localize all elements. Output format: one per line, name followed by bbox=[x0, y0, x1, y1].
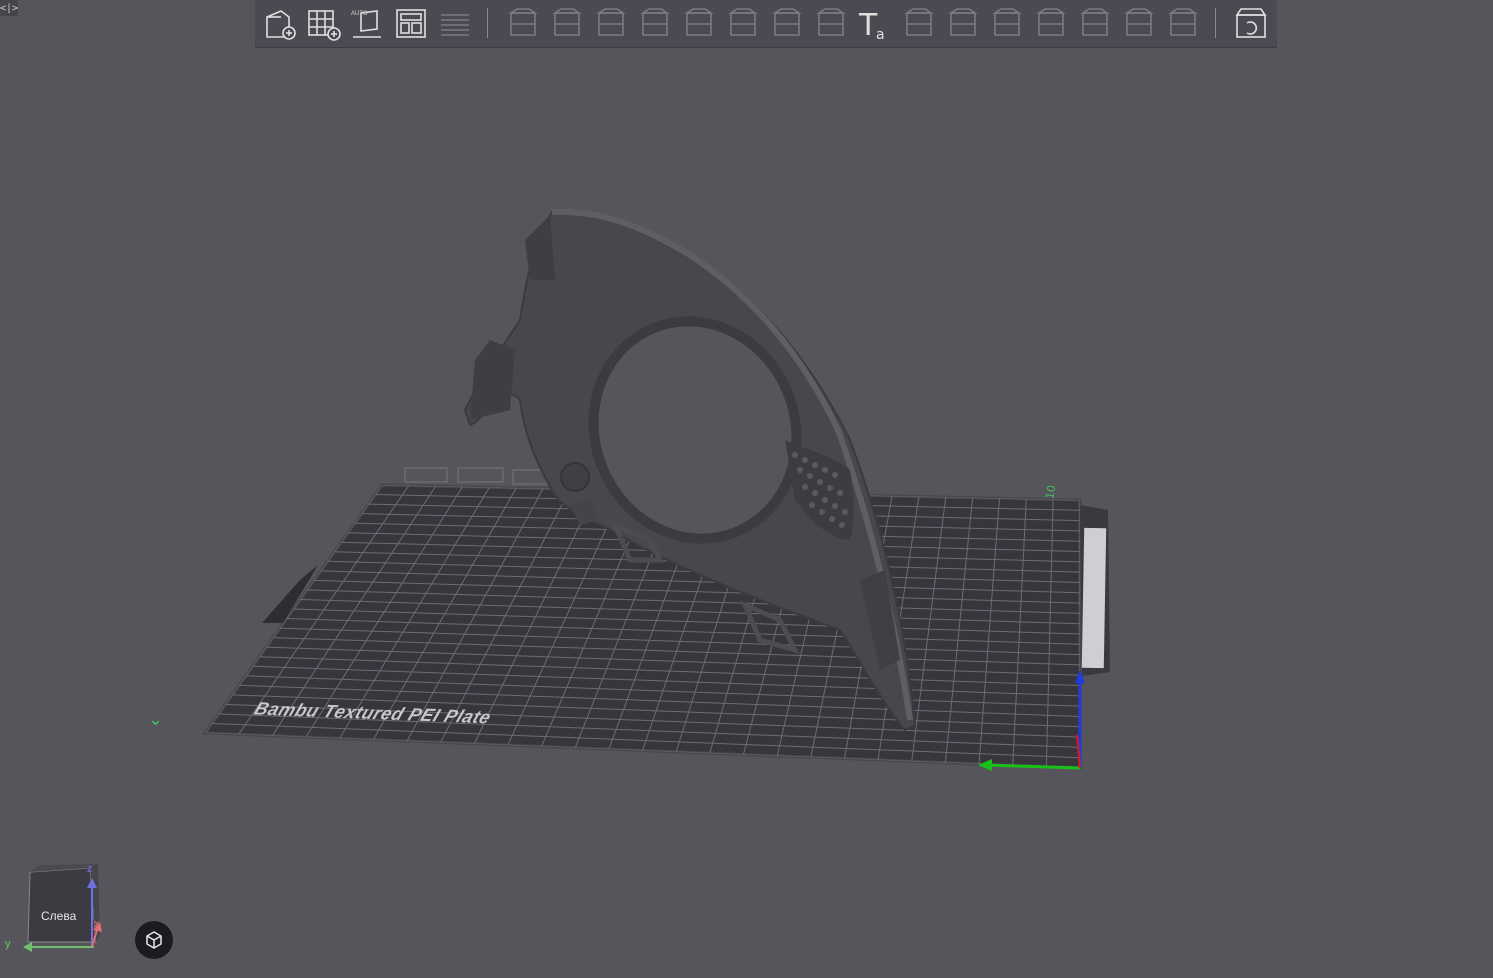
color-paint-icon bbox=[816, 8, 846, 36]
text-tool-icon: Ta bbox=[858, 8, 885, 43]
cut-button bbox=[679, 3, 719, 43]
measure-box-button bbox=[987, 3, 1027, 43]
split-plates-icon bbox=[441, 14, 469, 36]
split-plates-button bbox=[435, 3, 475, 43]
layers-icon bbox=[1036, 8, 1066, 36]
view-cube-face-label: Слева bbox=[41, 909, 77, 923]
cube-reset-icon bbox=[146, 931, 162, 949]
rotate-icon bbox=[552, 8, 582, 36]
toolbar-separator bbox=[487, 8, 488, 38]
add-object-button[interactable] bbox=[259, 3, 299, 43]
svg-text:⌄: ⌄ bbox=[148, 709, 163, 730]
rotate-button bbox=[547, 3, 587, 43]
assembly-icon bbox=[948, 8, 978, 36]
layers-button bbox=[1031, 3, 1071, 43]
svg-text:T: T bbox=[858, 8, 878, 43]
preset-button bbox=[1119, 3, 1159, 43]
scene-canvas: 10 ⌄ bbox=[148, 208, 1110, 771]
add-object-icon bbox=[266, 10, 296, 40]
svg-text:10: 10 bbox=[1043, 484, 1058, 500]
ruler-icon bbox=[1168, 8, 1198, 36]
add-plate-button[interactable] bbox=[303, 3, 343, 43]
emboss-icon bbox=[904, 8, 934, 36]
3d-viewport[interactable]: 10 ⌄ bbox=[0, 0, 1493, 973]
collapse-sidebar-button[interactable]: <|> bbox=[0, 0, 18, 16]
lay-on-face-icon bbox=[640, 8, 670, 36]
scale-button bbox=[591, 3, 631, 43]
emboss-button bbox=[899, 3, 939, 43]
variable-layer-button bbox=[1075, 3, 1115, 43]
support-paint-icon bbox=[772, 8, 802, 36]
move-icon bbox=[508, 8, 538, 36]
lay-on-face-button bbox=[635, 3, 675, 43]
boolean-button bbox=[723, 3, 763, 43]
ruler-button bbox=[1163, 3, 1203, 43]
variable-layer-icon bbox=[1080, 8, 1110, 36]
auto-orient-button[interactable]: AUTO bbox=[347, 3, 387, 43]
measure-box-icon bbox=[992, 8, 1022, 36]
support-paint-button bbox=[767, 3, 807, 43]
assembly-view-icon bbox=[1235, 8, 1267, 38]
add-plate-icon bbox=[308, 10, 341, 41]
axis-z-label: z bbox=[87, 863, 93, 875]
arrange-icon bbox=[396, 9, 426, 38]
axis-x-label: x bbox=[94, 918, 100, 930]
axis-y-label: y bbox=[5, 938, 11, 950]
move-button bbox=[503, 3, 543, 43]
svg-text:a: a bbox=[876, 27, 885, 43]
preset-icon bbox=[1124, 8, 1154, 36]
svg-text:AUTO: AUTO bbox=[351, 11, 368, 17]
arrange-button[interactable] bbox=[391, 3, 431, 43]
assembly-view-button[interactable] bbox=[1231, 3, 1271, 43]
color-paint-button bbox=[811, 3, 851, 43]
assembly-button bbox=[943, 3, 983, 43]
boolean-icon bbox=[728, 8, 758, 36]
auto-orient-icon: AUTO bbox=[351, 10, 381, 38]
text-tool-button[interactable]: Ta bbox=[855, 3, 895, 43]
top-toolbar: AUTO Ta bbox=[255, 0, 1277, 48]
recenter-view-button[interactable] bbox=[135, 921, 173, 959]
scale-icon bbox=[596, 8, 626, 36]
cut-icon bbox=[684, 8, 714, 36]
toolbar-separator bbox=[1215, 8, 1216, 38]
